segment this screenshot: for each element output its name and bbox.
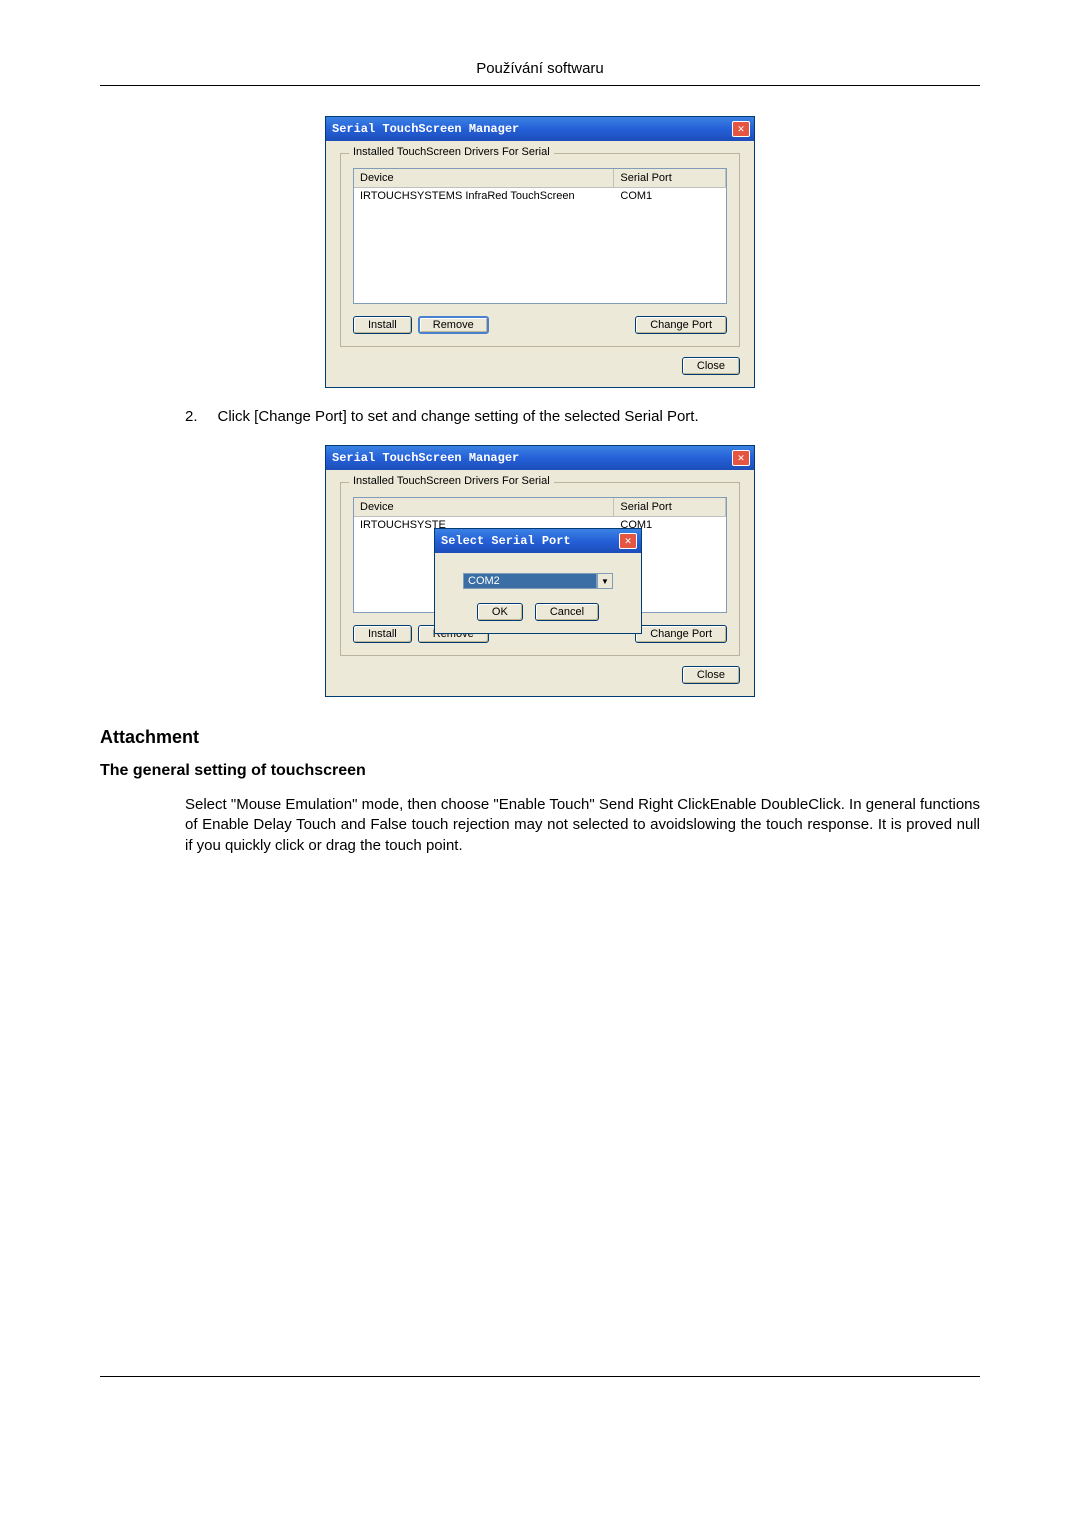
page-header-title: Používání softwaru	[100, 60, 980, 85]
change-port-button[interactable]: Change Port	[635, 316, 727, 334]
attachment-paragraph: Select "Mouse Emulation" mode, then choo…	[100, 795, 980, 856]
close-icon[interactable]: ✕	[732, 121, 750, 137]
general-setting-subheading: The general setting of touchscreen	[100, 762, 980, 780]
dialog-titlebar: Serial TouchScreen Manager ✕	[326, 117, 754, 141]
cell-port: COM1	[614, 188, 726, 204]
instruction-step-2: 2. Click [Change Port] to set and change…	[100, 408, 980, 425]
table-row[interactable]: IRTOUCHSYSTEMS InfraRed TouchScreen COM1	[354, 188, 726, 204]
drivers-groupbox: Installed TouchScreen Drivers For Serial…	[340, 153, 740, 347]
sub-dialog-titlebar: Select Serial Port ✕	[435, 529, 641, 553]
footer-divider	[100, 1376, 980, 1377]
close-icon[interactable]: ✕	[732, 450, 750, 466]
attachment-heading: Attachment	[100, 727, 980, 748]
change-port-button[interactable]: Change Port	[635, 625, 727, 643]
serial-port-combobox[interactable]: COM2 ▼	[463, 573, 613, 589]
close-button[interactable]: Close	[682, 666, 740, 684]
cell-device: IRTOUCHSYSTEMS InfraRed TouchScreen	[354, 188, 614, 204]
select-serial-port-dialog: Select Serial Port ✕ COM2 ▼ OK Cancel	[434, 528, 642, 634]
serial-touchscreen-manager-dialog-2: Serial TouchScreen Manager ✕ Installed T…	[325, 445, 755, 697]
column-header-device[interactable]: Device	[354, 169, 614, 187]
close-button[interactable]: Close	[682, 357, 740, 375]
groupbox-label: Installed TouchScreen Drivers For Serial	[349, 146, 554, 158]
dialog-title: Serial TouchScreen Manager	[332, 122, 519, 136]
install-button[interactable]: Install	[353, 316, 412, 334]
dialog-titlebar: Serial TouchScreen Manager ✕	[326, 446, 754, 470]
column-header-device[interactable]: Device	[354, 498, 614, 516]
chevron-down-icon[interactable]: ▼	[597, 573, 613, 589]
cancel-button[interactable]: Cancel	[535, 603, 599, 621]
close-icon[interactable]: ✕	[619, 533, 637, 549]
remove-button[interactable]: Remove	[418, 316, 489, 334]
install-button[interactable]: Install	[353, 625, 412, 643]
combobox-value: COM2	[463, 573, 597, 589]
groupbox-label: Installed TouchScreen Drivers For Serial	[349, 475, 554, 487]
column-header-port[interactable]: Serial Port	[614, 169, 726, 187]
ok-button[interactable]: OK	[477, 603, 523, 621]
dialog-title: Serial TouchScreen Manager	[332, 451, 519, 465]
step-number: 2.	[185, 408, 198, 425]
column-header-port[interactable]: Serial Port	[614, 498, 726, 516]
drivers-listview[interactable]: Device Serial Port IRTOUCHSYSTEMS InfraR…	[353, 168, 727, 304]
header-divider	[100, 85, 980, 86]
sub-dialog-title: Select Serial Port	[441, 534, 571, 548]
serial-touchscreen-manager-dialog: Serial TouchScreen Manager ✕ Installed T…	[325, 116, 755, 388]
step-text: Click [Change Port] to set and change se…	[218, 408, 699, 425]
